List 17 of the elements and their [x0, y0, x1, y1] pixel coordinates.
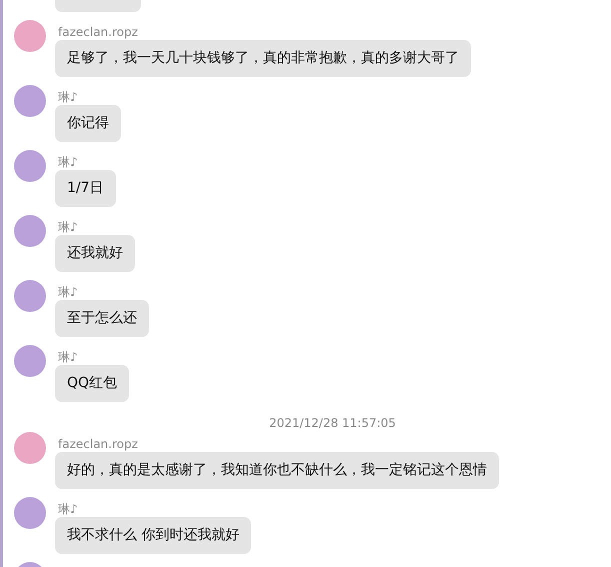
sender-name: fazeclan.ropz	[58, 25, 138, 40]
timestamp: 2021/12/28 11:57:05	[269, 416, 396, 430]
message-bubble: 还我就好	[55, 235, 135, 272]
sender-name: 琳♪	[58, 155, 78, 170]
message-bubble: 1/7日	[55, 170, 116, 207]
message-bubble: 足够了，我一天几十块钱够了，真的非常抱歉，真的多谢大哥了	[55, 40, 471, 77]
message-bubble: QQ红包	[55, 365, 130, 402]
message-bubble: 你记得	[55, 105, 121, 142]
sender-name: 琳♪	[58, 220, 78, 235]
sender-name: 琳♪	[58, 350, 78, 365]
sender-name: 琳♪	[58, 285, 78, 300]
message-bubble: 我不求什么 你到时还我就好	[55, 517, 252, 554]
sender-name: 琳♪	[58, 90, 78, 105]
message-bubble: 至于怎么还	[55, 300, 149, 337]
message-bubble: 好的，真的是太感谢了，我知道你也不缺什么，我一定铭记这个恩情	[55, 452, 499, 489]
sender-name: fazeclan.ropz	[58, 437, 138, 452]
sender-name: 琳♪	[58, 502, 78, 517]
